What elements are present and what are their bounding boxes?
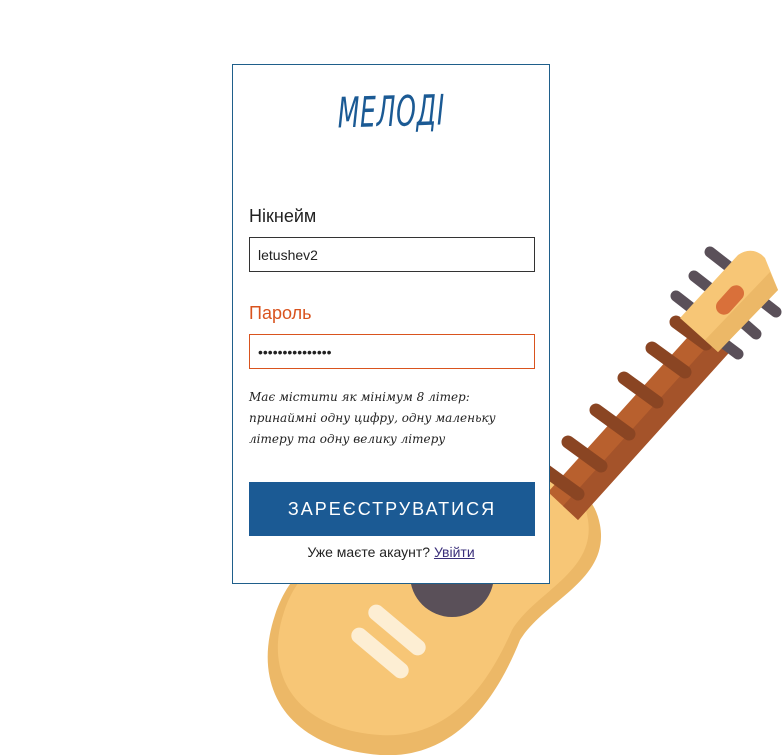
login-link[interactable]: Увійти [434, 544, 475, 560]
password-input[interactable] [249, 334, 535, 369]
signup-card: МЕЛОДІ Нікнейм Пароль Має містити як мін… [232, 64, 550, 584]
login-prompt-text: Уже маєте акаунт? [307, 544, 431, 560]
page: МЕЛОДІ Нікнейм Пароль Має містити як мін… [0, 0, 784, 755]
guitar-neck-shade [563, 332, 735, 520]
nickname-label: Нікнейм [249, 206, 317, 226]
password-label: Пароль [249, 303, 312, 323]
brand-logo: МЕЛОДІ [337, 85, 446, 138]
register-button[interactable]: ЗАРЕЄСТРУВАТИСЯ [249, 482, 535, 536]
password-hint: Має містити як мінімум 8 літер: принаймн… [249, 390, 496, 446]
login-prompt-line: Уже маєте акаунт? Увійти [233, 544, 549, 560]
nickname-input[interactable] [249, 237, 535, 272]
